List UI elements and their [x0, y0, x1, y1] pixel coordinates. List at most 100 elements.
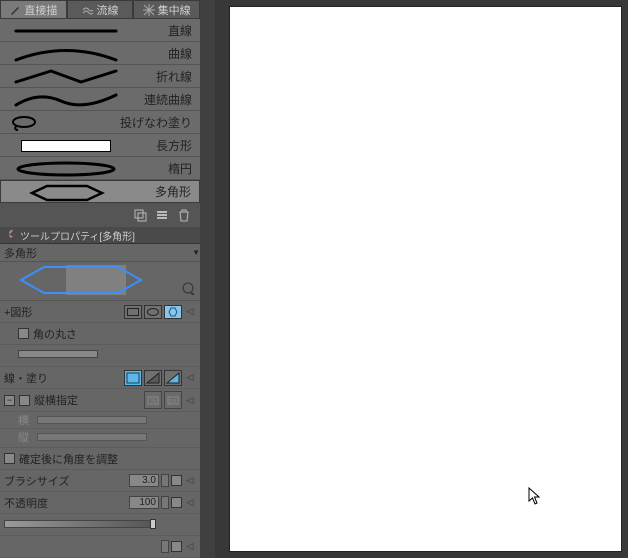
- stream-icon: [82, 4, 94, 16]
- fill-line-button[interactable]: [124, 370, 142, 386]
- prop-bottom-row: ◁: [0, 536, 200, 558]
- tool-properties: +図形 ◁ 角の丸さ 線・塗り ◁: [0, 301, 200, 558]
- fill-both-button[interactable]: [164, 370, 182, 386]
- tool-label: 折れ線: [156, 68, 192, 85]
- corner-round-slider[interactable]: [18, 350, 98, 358]
- aspect-h-row: 横: [0, 412, 200, 429]
- expand-icon[interactable]: ◁: [184, 395, 196, 406]
- prop-line-fill: 線・塗り ◁: [0, 367, 200, 389]
- sidebar-scrollbar[interactable]: [200, 0, 215, 558]
- tool-row-polyline[interactable]: 折れ線: [0, 65, 200, 88]
- bottom-spinner[interactable]: [161, 540, 169, 553]
- lasso-glyph: [6, 113, 126, 132]
- prop-label: 横: [18, 412, 29, 428]
- wrench-button[interactable]: [180, 280, 196, 296]
- opacity-pressure-checkbox[interactable]: [171, 497, 182, 508]
- prop-label: 確定後に角度を調整: [19, 451, 118, 467]
- tab-label: 集中線: [158, 2, 191, 18]
- tool-row-rect[interactable]: 長方形: [0, 134, 200, 157]
- cursor-icon: [528, 487, 544, 505]
- ellipse-glyph: [6, 159, 126, 178]
- tool-label: 多角形: [155, 183, 191, 200]
- prop-opacity-slider-row: [0, 514, 200, 536]
- focus-icon: [143, 4, 155, 16]
- pencil-icon: [9, 4, 21, 16]
- trash-icon[interactable]: [176, 207, 192, 223]
- tool-category-tabs: 直接描 流線 集中線: [0, 0, 200, 19]
- contcurve-glyph: [6, 90, 126, 109]
- tool-property-preview: [0, 262, 200, 301]
- brush-size-pressure-checkbox[interactable]: [171, 475, 182, 486]
- dropdown-icon[interactable]: ▼: [192, 248, 200, 257]
- corner-round-checkbox[interactable]: [18, 328, 29, 339]
- tab-label: 直接描: [24, 2, 57, 18]
- aspect-h-slider: [37, 416, 147, 424]
- curve-glyph: [6, 44, 126, 63]
- brush-size-value[interactable]: 3.0: [129, 474, 159, 487]
- post-angle-checkbox[interactable]: [4, 453, 15, 464]
- shape-polygon-button[interactable]: [164, 305, 182, 319]
- opacity-slider[interactable]: [4, 520, 154, 528]
- prop-corner-round: 角の丸さ: [0, 323, 200, 345]
- prop-label: ブラシサイズ: [4, 473, 69, 489]
- prop-label: 縦: [18, 429, 29, 445]
- fill-fill-button[interactable]: [144, 370, 162, 386]
- tool-property-subtitle: 多角形: [4, 245, 37, 261]
- tab-stream[interactable]: 流線: [67, 0, 134, 19]
- tool-list-actions: [0, 203, 200, 226]
- expand-icon[interactable]: ◁: [184, 372, 196, 383]
- tool-label: 連続曲線: [144, 91, 192, 108]
- tool-label: 直線: [168, 22, 192, 39]
- prop-label: 線・塗り: [4, 370, 48, 386]
- prop-aspect-lock: − 縦横指定 % px ◁: [0, 389, 200, 412]
- prop-label: 不透明度: [4, 495, 48, 511]
- tab-focus[interactable]: 集中線: [133, 0, 200, 19]
- opacity-value[interactable]: 100: [129, 496, 159, 509]
- duplicate-icon[interactable]: [132, 207, 148, 223]
- aspect-px-icon[interactable]: px: [164, 391, 182, 409]
- tab-label: 流線: [97, 2, 119, 18]
- expand-icon[interactable]: ◁: [184, 497, 196, 508]
- tool-property-subtitle-row: 多角形 ▼: [0, 244, 200, 262]
- opacity-spinner[interactable]: [161, 496, 169, 509]
- brush-size-spinner[interactable]: [161, 474, 169, 487]
- prop-label: 角の丸さ: [33, 326, 77, 342]
- tool-label: 長方形: [156, 137, 192, 154]
- expand-icon[interactable]: ◁: [184, 541, 196, 552]
- expand-icon[interactable]: ◁: [184, 306, 196, 317]
- tool-row-contcurve[interactable]: 連続曲線: [0, 88, 200, 111]
- polygon-glyph: [7, 183, 127, 202]
- svg-text:%: %: [150, 398, 156, 405]
- collapse-icon[interactable]: −: [4, 395, 15, 406]
- canvas-area: [215, 0, 628, 558]
- prop-brush-size: ブラシサイズ 3.0 ◁: [0, 470, 200, 492]
- prop-shape-header: +図形 ◁: [0, 301, 200, 323]
- prop-label: +図形: [4, 304, 32, 320]
- tool-property-header: ツールプロパティ[多角形]: [0, 227, 200, 245]
- tool-row-lasso[interactable]: 投げなわ塗り: [0, 111, 200, 134]
- bottom-checkbox[interactable]: [171, 541, 182, 552]
- tool-label: 曲線: [168, 45, 192, 62]
- polyline-glyph: [6, 67, 126, 86]
- canvas[interactable]: [229, 6, 622, 552]
- expand-icon[interactable]: ◁: [184, 475, 196, 486]
- tool-row-polygon[interactable]: 多角形: [0, 180, 200, 203]
- prop-label: 縦横指定: [34, 392, 78, 408]
- tool-row-curve[interactable]: 曲線: [0, 42, 200, 65]
- prop-post-angle: 確定後に角度を調整: [0, 448, 200, 470]
- aspect-checkbox[interactable]: [19, 395, 30, 406]
- rect-glyph: [6, 136, 126, 155]
- wrench-icon: [4, 229, 16, 241]
- shape-ellipse-button[interactable]: [144, 305, 162, 319]
- shape-rect-button[interactable]: [124, 305, 142, 319]
- tool-row-line[interactable]: 直線: [0, 19, 200, 42]
- tab-direct-draw[interactable]: 直接描: [0, 0, 67, 19]
- tool-label: 投げなわ塗り: [120, 114, 192, 131]
- prop-opacity: 不透明度 100 ◁: [0, 492, 200, 514]
- corner-round-slider-row: [0, 345, 200, 367]
- aspect-wh-icon[interactable]: %: [144, 391, 162, 409]
- tool-property-title: ツールプロパティ[多角形]: [20, 228, 135, 243]
- tool-label: 楕円: [168, 160, 192, 177]
- tool-row-ellipse[interactable]: 楕円: [0, 157, 200, 180]
- menu-icon[interactable]: [154, 207, 170, 223]
